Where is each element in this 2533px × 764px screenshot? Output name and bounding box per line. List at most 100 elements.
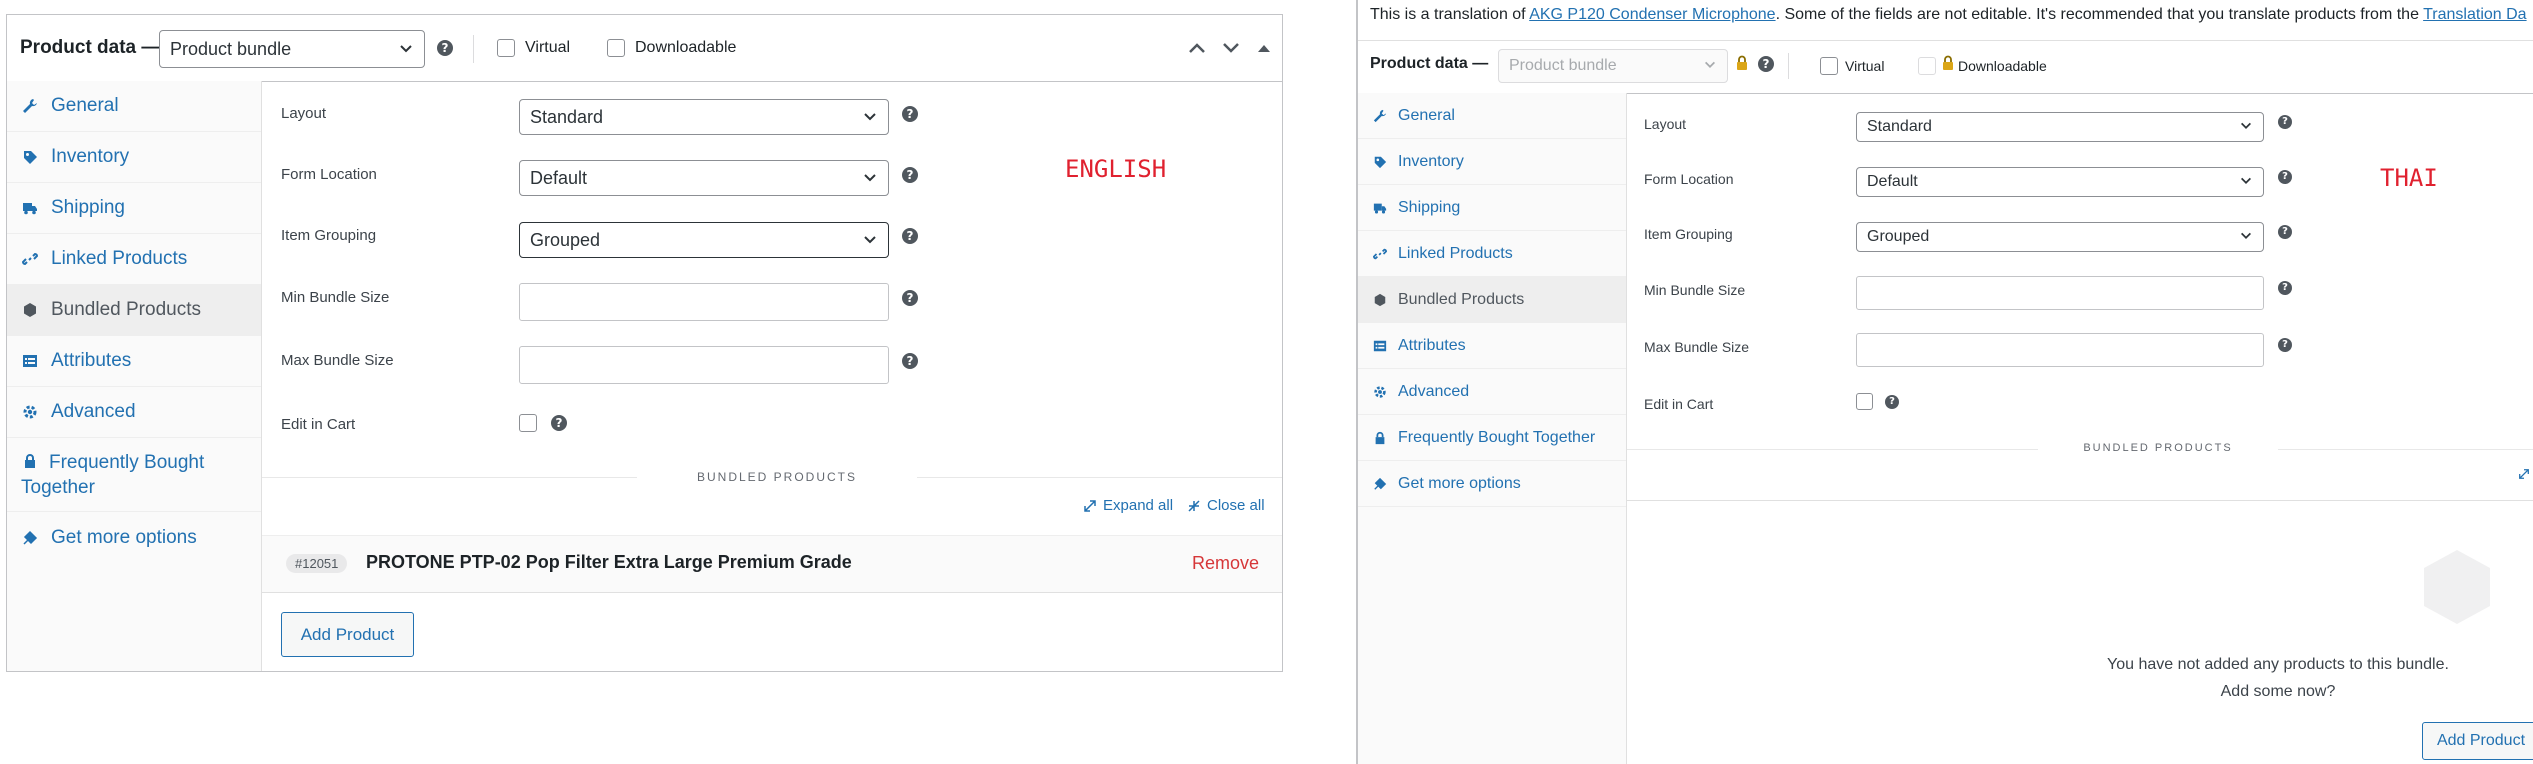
virtual-checkbox[interactable]: [497, 39, 515, 57]
truck-icon: [1373, 203, 1387, 214]
tab-frequently-bought-together[interactable]: Frequently Bought Together: [1358, 415, 1626, 461]
help-icon[interactable]: ?: [902, 228, 918, 244]
form-location-select[interactable]: Default: [519, 160, 889, 196]
item-grouping-select[interactable]: Grouped: [519, 222, 889, 258]
tab-label: Frequently Bought Together: [21, 452, 205, 498]
help-icon[interactable]: ?: [902, 353, 918, 369]
bundled-item-id-badge: #12051: [286, 554, 348, 573]
help-icon[interactable]: ?: [2278, 115, 2292, 129]
virtual-label: Virtual: [1845, 58, 1885, 74]
tab-label: Bundled Products: [1398, 290, 1525, 308]
edit-in-cart-checkbox[interactable]: [1856, 393, 1873, 410]
edit-in-cart-checkbox[interactable]: [519, 414, 537, 432]
product-data-tabs: General Inventory Shipping Linked Produc…: [7, 81, 262, 671]
help-icon[interactable]: ?: [902, 290, 918, 306]
tab-label: Shipping: [51, 197, 125, 218]
help-icon[interactable]: ?: [1885, 395, 1899, 409]
help-icon[interactable]: ?: [437, 40, 453, 56]
help-icon[interactable]: ?: [1758, 56, 1774, 72]
add-product-button[interactable]: Add Product: [281, 612, 414, 657]
tab-linked-products[interactable]: Linked Products: [7, 234, 261, 285]
min-bundle-size-label: Min Bundle Size: [281, 289, 390, 306]
tab-label: Linked Products: [51, 248, 188, 269]
help-icon[interactable]: ?: [2278, 338, 2292, 352]
tab-linked-products[interactable]: Linked Products: [1358, 231, 1626, 277]
min-bundle-size-input[interactable]: [1856, 276, 2264, 310]
expand-icon[interactable]: [2518, 468, 2530, 480]
layout-select[interactable]: Standard: [1856, 112, 2264, 142]
tab-attributes[interactable]: Attributes: [1358, 323, 1626, 369]
gear-icon: [1374, 385, 1386, 398]
tab-label: Linked Products: [1398, 244, 1513, 262]
tab-get-more-options[interactable]: Get more options: [7, 512, 261, 563]
tab-shipping[interactable]: Shipping: [7, 183, 261, 234]
tab-general[interactable]: General: [7, 81, 261, 132]
truck-icon: [23, 203, 37, 215]
wrench-icon: [23, 99, 37, 113]
form-location-value: Default: [1867, 173, 1918, 190]
translation-dashboard-link[interactable]: Translation Da: [2423, 6, 2526, 23]
chevron-down-icon: [2241, 177, 2251, 184]
downloadable-label: Downloadable: [1958, 58, 2047, 74]
max-bundle-size-input[interactable]: [519, 346, 889, 384]
form-location-value: Default: [530, 167, 588, 188]
help-icon[interactable]: ?: [551, 415, 567, 431]
layout-label: Layout: [281, 105, 327, 122]
tab-attributes[interactable]: Attributes: [7, 336, 261, 387]
form-location-select[interactable]: Default: [1856, 167, 2264, 197]
tab-get-more-options[interactable]: Get more options: [1358, 461, 1626, 507]
chevron-down-icon: [2241, 122, 2251, 129]
item-grouping-select[interactable]: Grouped: [1856, 222, 2264, 252]
product-data-tabs: General Inventory Shipping Linked Produc…: [1358, 93, 1627, 764]
source-product-link[interactable]: AKG P120 Condenser Microphone: [1529, 6, 1775, 23]
move-down-icon[interactable]: [1221, 40, 1241, 56]
collapse-toggle-icon[interactable]: [1257, 42, 1271, 54]
help-icon[interactable]: ?: [902, 106, 918, 122]
tab-frequently-bought-together[interactable]: Frequently Bought Together: [7, 438, 261, 512]
help-icon[interactable]: ?: [2278, 170, 2292, 184]
tab-label: Inventory: [51, 146, 130, 167]
max-bundle-size-label: Max Bundle Size: [281, 352, 394, 369]
section-divider: [1627, 500, 2533, 501]
hexagon-icon: [1374, 293, 1386, 306]
tab-advanced[interactable]: Advanced: [7, 387, 261, 438]
close-all-link[interactable]: Close all: [1207, 497, 1265, 514]
add-product-button[interactable]: Add Product: [2422, 722, 2533, 760]
lock-icon: [1375, 431, 1385, 444]
tab-bundled-products[interactable]: Bundled Products: [7, 285, 261, 336]
layout-select[interactable]: Standard: [519, 99, 889, 135]
tab-inventory[interactable]: Inventory: [1358, 139, 1626, 185]
min-bundle-size-input[interactable]: [519, 283, 889, 321]
tab-bundled-products[interactable]: Bundled Products: [1358, 277, 1626, 323]
move-up-icon[interactable]: [1187, 40, 1207, 56]
tab-shipping[interactable]: Shipping: [1358, 185, 1626, 231]
tab-label: Shipping: [1398, 198, 1461, 216]
plug-icon: [1374, 477, 1387, 490]
bundled-item-row[interactable]: #12051 PROTONE PTP-02 Pop Filter Extra L…: [262, 535, 1282, 593]
product-type-select[interactable]: Product bundle: [159, 30, 425, 68]
help-icon[interactable]: ?: [2278, 225, 2292, 239]
expand-all-link[interactable]: Expand all: [1103, 497, 1173, 514]
help-icon[interactable]: ?: [2278, 281, 2292, 295]
help-icon[interactable]: ?: [902, 167, 918, 183]
tab-general[interactable]: General: [1358, 93, 1626, 139]
bundled-item-name: PROTONE PTP-02 Pop Filter Extra Large Pr…: [366, 552, 852, 572]
tab-inventory[interactable]: Inventory: [7, 132, 261, 183]
downloadable-checkbox-disabled: [1918, 57, 1936, 75]
form-location-label: Form Location: [1644, 171, 1734, 187]
virtual-checkbox[interactable]: [1820, 57, 1838, 75]
translation-notice: This is a translation of AKG P120 Conden…: [1370, 6, 2527, 24]
divider: [473, 35, 474, 63]
remove-link[interactable]: Remove: [1192, 553, 1259, 574]
translation-panel-thai: This is a translation of AKG P120 Conden…: [1356, 0, 2533, 764]
empty-bundle-message: You have not added any products to this …: [2107, 656, 2449, 673]
downloadable-checkbox[interactable]: [607, 39, 625, 57]
lock-icon: [1943, 55, 1953, 70]
product-data-panel-english: Product data — Product bundle ? Virtual …: [6, 14, 1283, 672]
tab-advanced[interactable]: Advanced: [1358, 369, 1626, 415]
product-data-label: Product data —: [20, 37, 161, 58]
chevron-down-icon: [1705, 61, 1715, 68]
collapse-icon: [1188, 500, 1200, 512]
tab-label: Get more options: [51, 526, 197, 548]
max-bundle-size-input[interactable]: [1856, 333, 2264, 367]
